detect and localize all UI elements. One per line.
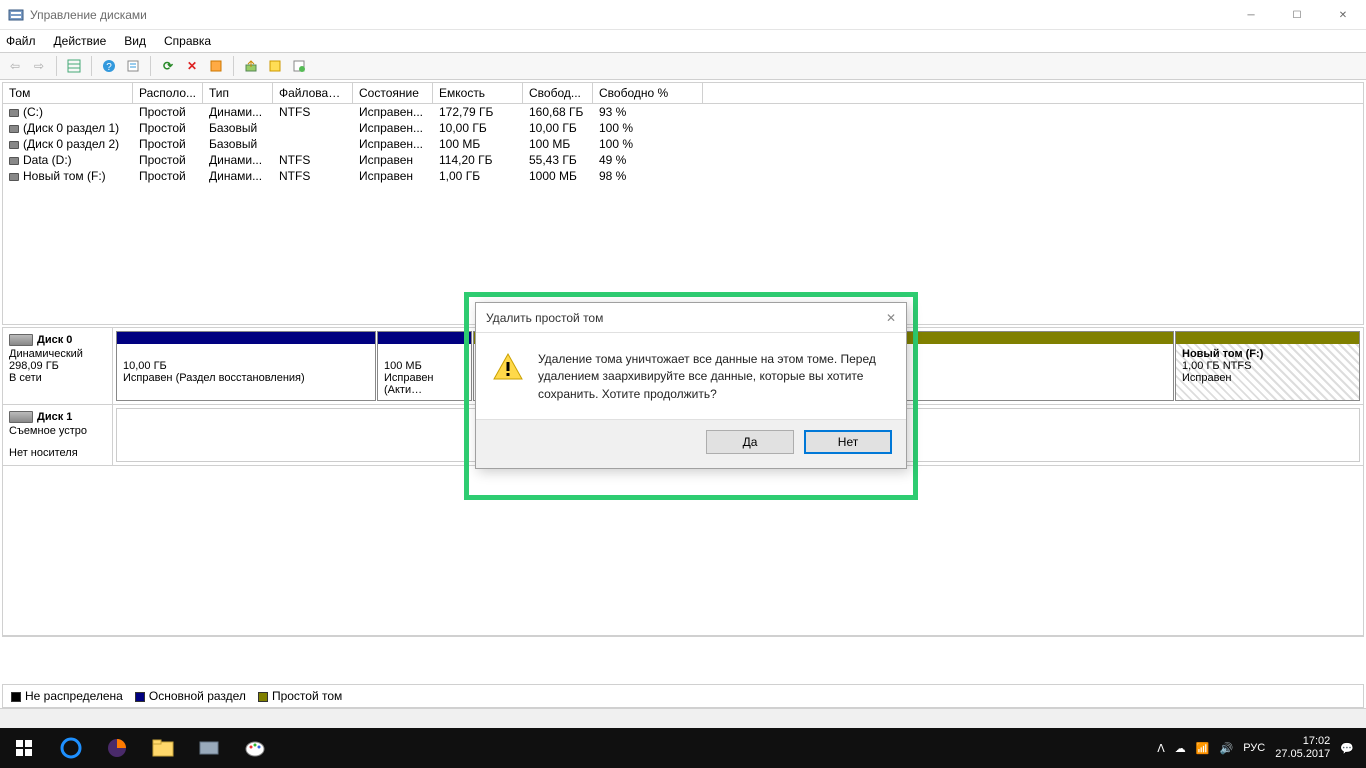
taskbar-edge-icon[interactable]: [48, 728, 94, 768]
taskbar-diskmgmt-icon[interactable]: [186, 728, 232, 768]
tray-volume-icon[interactable]: 🔊: [1220, 742, 1234, 755]
refresh-icon[interactable]: ⟳: [157, 55, 179, 77]
window-minimize-button[interactable]: ─: [1228, 0, 1274, 30]
menu-help[interactable]: Справка: [164, 34, 211, 48]
partition-system[interactable]: 100 МБ Исправен (Акти…: [377, 331, 472, 401]
dialog-no-button[interactable]: Нет: [804, 430, 892, 454]
layout-empty: [3, 466, 1363, 636]
col-capacity[interactable]: Емкость: [433, 83, 523, 103]
window-maximize-button[interactable]: ☐: [1274, 0, 1320, 30]
settings-icon[interactable]: [205, 55, 227, 77]
legend-unalloc-swatch: [11, 692, 21, 702]
menu-view[interactable]: Вид: [124, 34, 146, 48]
tray-onedrive-icon[interactable]: ☁: [1175, 742, 1186, 755]
dialog-message: Удаление тома уничтожает все данные на э…: [538, 351, 890, 403]
table-row[interactable]: (Диск 0 раздел 1)ПростойБазовыйИсправен.…: [3, 120, 1363, 136]
taskbar: ᐱ ☁ 📶 🔊 РУС 17:02 27.05.2017 💬: [0, 728, 1366, 768]
action2-icon[interactable]: [264, 55, 286, 77]
table-row[interactable]: (Диск 0 раздел 2)ПростойБазовыйИсправен.…: [3, 136, 1363, 152]
legend: Не распределена Основной раздел Простой …: [2, 684, 1364, 708]
col-volume[interactable]: Том: [3, 83, 133, 103]
menu-bar: Файл Действие Вид Справка: [0, 30, 1366, 52]
tray-chevron-icon[interactable]: ᐱ: [1157, 742, 1165, 755]
dialog-close-button[interactable]: ✕: [882, 309, 900, 327]
delete-icon[interactable]: ✕: [181, 55, 203, 77]
window-titlebar: Управление дисками ─ ☐ ✕: [0, 0, 1366, 30]
col-layout[interactable]: Располо...: [133, 83, 203, 103]
start-button[interactable]: [0, 740, 48, 756]
table-row[interactable]: (C:)ПростойДинами...NTFSИсправен...172,7…: [3, 104, 1363, 120]
tray-notifications-icon[interactable]: 💬: [1340, 742, 1354, 755]
col-type[interactable]: Тип: [203, 83, 273, 103]
table-row[interactable]: Data (D:)ПростойДинами...NTFSИсправен114…: [3, 152, 1363, 168]
partition-f[interactable]: Новый том (F:) 1,00 ГБ NTFS Исправен: [1175, 331, 1360, 401]
disk-1-label[interactable]: Диск 1 Съемное устро Нет носителя: [3, 405, 113, 465]
col-free-pct[interactable]: Свободно %: [593, 83, 703, 103]
tray-network-icon[interactable]: 📶: [1196, 742, 1210, 755]
status-bar: [0, 708, 1366, 728]
volume-table-header: Том Располо... Тип Файловая с... Состоян…: [3, 83, 1363, 104]
partition-recovery[interactable]: 10,00 ГБ Исправен (Раздел восстановления…: [116, 331, 376, 401]
volume-table: Том Располо... Тип Файловая с... Состоян…: [2, 82, 1364, 325]
confirm-dialog: Удалить простой том ✕ Удаление тома унич…: [475, 302, 907, 469]
table-row[interactable]: Новый том (F:)ПростойДинами...NTFSИсправ…: [3, 168, 1363, 184]
legend-simple-swatch: [258, 692, 268, 702]
col-status[interactable]: Состояние: [353, 83, 433, 103]
disk-0-label[interactable]: Диск 0 Динамический 298,09 ГБ В сети: [3, 328, 113, 404]
dialog-title: Удалить простой том: [486, 311, 603, 325]
windows-icon: [16, 740, 32, 756]
tray-language[interactable]: РУС: [1243, 742, 1265, 754]
disk-icon: [9, 411, 33, 423]
dialog-titlebar: Удалить простой том ✕: [476, 303, 906, 333]
properties-icon[interactable]: [122, 55, 144, 77]
window-title: Управление дисками: [30, 8, 147, 22]
taskbar-paint-icon[interactable]: [232, 728, 278, 768]
action1-icon[interactable]: [240, 55, 262, 77]
disk-icon: [9, 334, 33, 346]
menu-action[interactable]: Действие: [54, 34, 107, 48]
toolbar: ⇦ ⇨ ? ⟳ ✕: [0, 52, 1366, 80]
legend-primary-swatch: [135, 692, 145, 702]
svg-text:?: ?: [106, 62, 112, 73]
view-list-icon[interactable]: [63, 55, 85, 77]
taskbar-firefox-icon[interactable]: [94, 728, 140, 768]
menu-file[interactable]: Файл: [6, 34, 36, 48]
dialog-yes-button[interactable]: Да: [706, 430, 794, 454]
help-icon[interactable]: ?: [98, 55, 120, 77]
taskbar-explorer-icon[interactable]: [140, 728, 186, 768]
back-icon[interactable]: ⇦: [4, 55, 26, 77]
window-close-button[interactable]: ✕: [1320, 0, 1366, 30]
warning-icon: [492, 351, 524, 383]
action3-icon[interactable]: [288, 55, 310, 77]
taskbar-clock[interactable]: 17:02 27.05.2017: [1275, 735, 1330, 761]
disk-mgmt-icon: [8, 7, 24, 23]
col-fs[interactable]: Файловая с...: [273, 83, 353, 103]
col-free[interactable]: Свобод...: [523, 83, 593, 103]
partition-d[interactable]: [864, 331, 1174, 401]
forward-icon[interactable]: ⇨: [28, 55, 50, 77]
